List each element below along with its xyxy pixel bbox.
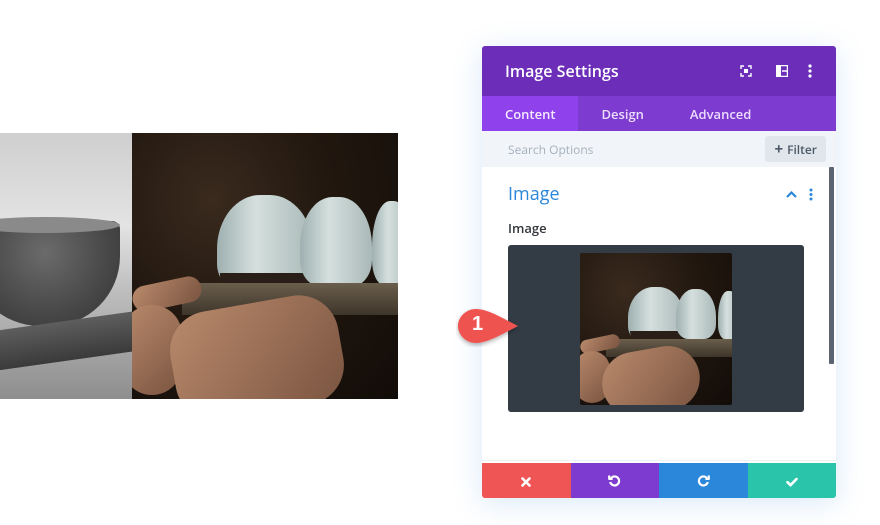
image-settings-panel: Image Settings Content Design Advanced S… — [482, 46, 836, 498]
tab-design[interactable]: Design — [578, 96, 666, 131]
bowl-shape — [0, 221, 120, 326]
image-field-label: Image — [508, 219, 547, 237]
step-number: 1 — [472, 313, 484, 335]
footer-divider — [482, 460, 836, 461]
more-options-icon[interactable] — [800, 59, 820, 83]
pottery-hands-photo — [132, 133, 398, 399]
vase-shape — [372, 201, 398, 285]
tab-content[interactable]: Content — [482, 96, 579, 131]
plus-icon: + — [774, 138, 784, 159]
check-icon — [785, 470, 798, 492]
panel-header[interactable]: Image Settings — [482, 46, 836, 96]
image-group-header[interactable]: Image — [482, 167, 836, 207]
group-options-icon[interactable] — [804, 188, 818, 201]
group-title: Image — [508, 182, 560, 206]
image-upload-field[interactable] — [508, 245, 804, 412]
search-bar: + Filter — [482, 131, 836, 167]
undo-icon — [608, 470, 621, 492]
scrollbar[interactable] — [829, 167, 834, 364]
discard-button[interactable] — [482, 463, 571, 498]
vase-shape — [676, 288, 716, 339]
vase-shape — [300, 197, 372, 287]
options-scroll-area: Image Image — [482, 167, 836, 463]
filter-label: Filter — [787, 140, 817, 158]
module-preview — [0, 133, 398, 399]
step-badge-shape — [458, 309, 518, 343]
search-options-input[interactable] — [508, 140, 766, 158]
redo-button[interactable] — [659, 463, 748, 498]
tab-advanced[interactable]: Advanced — [667, 96, 774, 131]
panel-title: Image Settings — [505, 60, 619, 82]
save-button[interactable] — [747, 463, 836, 498]
redo-icon — [697, 470, 710, 492]
undo-button[interactable] — [570, 463, 659, 498]
close-icon — [521, 470, 532, 492]
chevron-up-icon[interactable] — [782, 185, 800, 203]
tab-bar: Content Design Advanced — [482, 96, 836, 131]
expand-icon[interactable] — [728, 59, 764, 83]
black-and-white-bowl-photo — [0, 133, 132, 399]
split-view-icon[interactable] — [764, 59, 800, 83]
vase-shape — [718, 290, 732, 339]
filter-button[interactable]: + Filter — [765, 136, 826, 162]
selected-image-thumbnail — [580, 252, 732, 405]
step-badge: 1 — [456, 307, 522, 347]
action-bar — [482, 463, 836, 498]
